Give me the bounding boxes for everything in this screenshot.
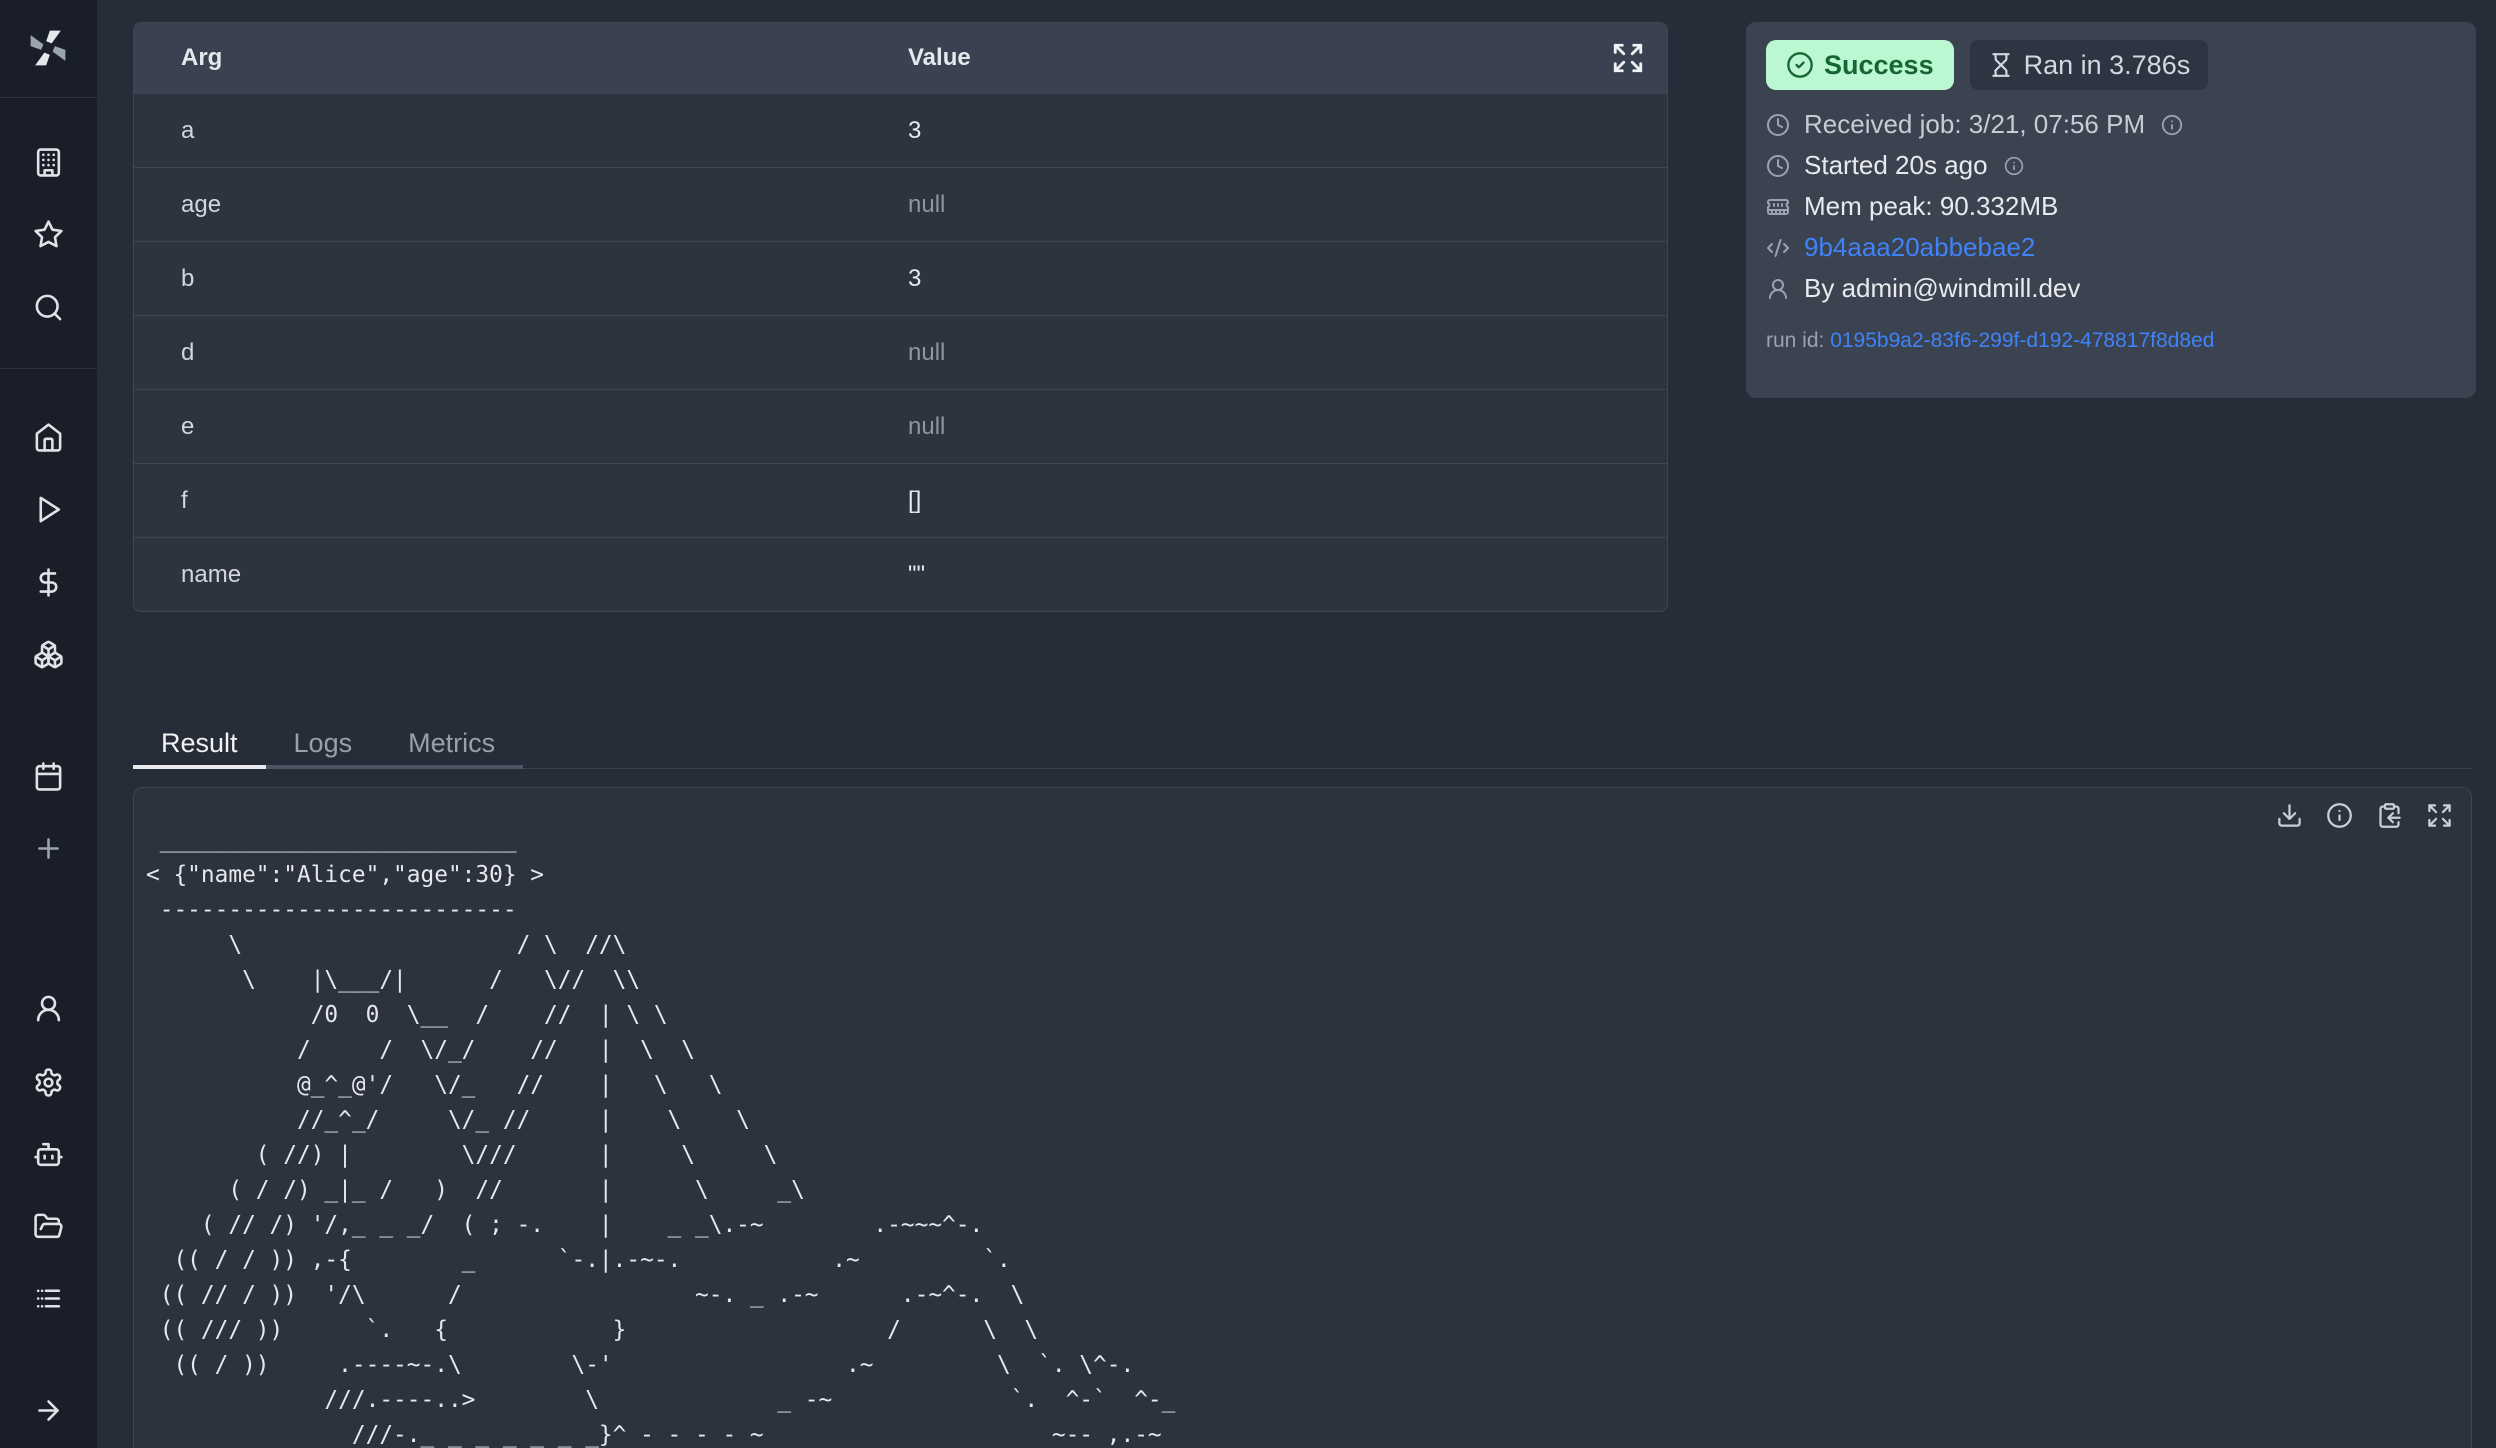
user-icon[interactable]: [33, 993, 64, 1024]
received-job-row: Received job: 3/21, 07:56 PM: [1766, 104, 2456, 145]
clock-icon: [1766, 113, 1790, 137]
settings-gear-icon[interactable]: [33, 1067, 64, 1098]
arg-name: name: [134, 561, 908, 589]
run-id-row: run id: 0195b9a2-83f6-299f-d192-478817f8…: [1766, 329, 2456, 353]
args-table-row: name"": [134, 537, 1667, 611]
args-table-row: f[]: [134, 463, 1667, 537]
triggered-by-text: By admin@windmill.dev: [1804, 273, 2080, 304]
tab-metrics[interactable]: Metrics: [380, 722, 523, 769]
dollar-sign-icon[interactable]: [33, 567, 64, 598]
arrow-right-icon[interactable]: [33, 1395, 64, 1426]
star-icon[interactable]: [33, 219, 64, 250]
user-icon: [1766, 277, 1790, 301]
job-status-panel: Success Ran in 3.786s Received job: 3/21…: [1746, 22, 2476, 398]
received-job-text: Received job: 3/21, 07:56 PM: [1804, 109, 2145, 140]
tab-result[interactable]: Result: [133, 722, 266, 769]
args-table-row: agenull: [134, 167, 1667, 241]
info-icon[interactable]: [2161, 114, 2183, 136]
run-id-label: run id:: [1766, 329, 1830, 352]
arg-value: "": [908, 561, 1667, 589]
run-id-link[interactable]: 0195b9a2-83f6-299f-d192-478817f8d8ed: [1830, 329, 2214, 352]
script-hash-link[interactable]: 9b4aaa20abbebae2: [1804, 232, 2035, 263]
hourglass-icon: [1988, 52, 2014, 78]
bot-icon[interactable]: [33, 1139, 64, 1170]
column-header-arg: Arg: [134, 44, 908, 72]
expand-args-icon[interactable]: [1611, 41, 1645, 75]
expand-result-icon[interactable]: [2426, 802, 2453, 829]
args-table-row: a3: [134, 93, 1667, 167]
args-table-body: a3agenullb3dnullenullf[]name"": [134, 93, 1667, 611]
args-table-row: dnull: [134, 315, 1667, 389]
clock-icon: [1766, 154, 1790, 178]
triggered-by-row: By admin@windmill.dev: [1766, 268, 2456, 309]
arg-value: null: [908, 413, 1667, 441]
args-table-row: b3: [134, 241, 1667, 315]
arg-name: a: [134, 117, 908, 145]
status-badge-label: Success: [1824, 50, 1934, 81]
column-header-value: Value: [908, 44, 1667, 72]
play-icon[interactable]: [33, 494, 64, 525]
info-icon[interactable]: [2326, 802, 2353, 829]
result-panel: __________________________ < {"name":"Al…: [133, 787, 2472, 1448]
building-icon[interactable]: [33, 147, 64, 178]
arg-value: 3: [908, 117, 1667, 145]
arg-value: []: [908, 487, 1667, 515]
result-tabs: ResultLogsMetrics: [133, 722, 523, 769]
arg-name: f: [134, 487, 908, 515]
started-text: Started 20s ago: [1804, 150, 1988, 181]
code-icon: [1766, 236, 1790, 260]
home-icon[interactable]: [33, 422, 64, 453]
check-circle-icon: [1786, 51, 1814, 79]
arg-value: 3: [908, 265, 1667, 293]
sidebar-divider: [0, 368, 97, 369]
download-icon[interactable]: [2276, 802, 2303, 829]
arg-name: b: [134, 265, 908, 293]
search-icon[interactable]: [33, 292, 64, 323]
started-row: Started 20s ago: [1766, 145, 2456, 186]
duration-chip: Ran in 3.786s: [1970, 40, 2209, 90]
plus-icon[interactable]: [33, 833, 64, 864]
mem-peak-text: Mem peak: 90.332MB: [1804, 191, 2058, 222]
sidebar: [0, 0, 97, 1448]
sidebar-divider: [0, 97, 97, 98]
arg-name: e: [134, 413, 908, 441]
arg-name: age: [134, 191, 908, 219]
calendar-icon[interactable]: [33, 761, 64, 792]
ascii-art: __________________________ < {"name":"Al…: [146, 823, 1175, 1448]
duration-label: Ran in 3.786s: [2024, 50, 2191, 81]
result-toolbar: [2276, 802, 2453, 829]
memory-stick-icon: [1766, 195, 1790, 219]
mem-peak-row: Mem peak: 90.332MB: [1766, 186, 2456, 227]
windmill-logo-icon[interactable]: [26, 26, 70, 70]
script-hash-row: 9b4aaa20abbebae2: [1766, 227, 2456, 268]
args-table-row: enull: [134, 389, 1667, 463]
status-badge: Success: [1766, 40, 1954, 90]
args-table: Arg Value a3agenullb3dnullenullf[]name"": [133, 22, 1668, 612]
arg-value: null: [908, 191, 1667, 219]
folder-open-icon[interactable]: [33, 1211, 64, 1242]
arg-name: d: [134, 339, 908, 367]
boxes-icon[interactable]: [33, 639, 64, 670]
list-details-icon[interactable]: [33, 1283, 64, 1314]
clipboard-copy-icon[interactable]: [2376, 802, 2403, 829]
tab-logs[interactable]: Logs: [266, 722, 381, 769]
args-table-header: Arg Value: [134, 23, 1667, 93]
info-icon[interactable]: [2004, 156, 2024, 176]
arg-value: null: [908, 339, 1667, 367]
